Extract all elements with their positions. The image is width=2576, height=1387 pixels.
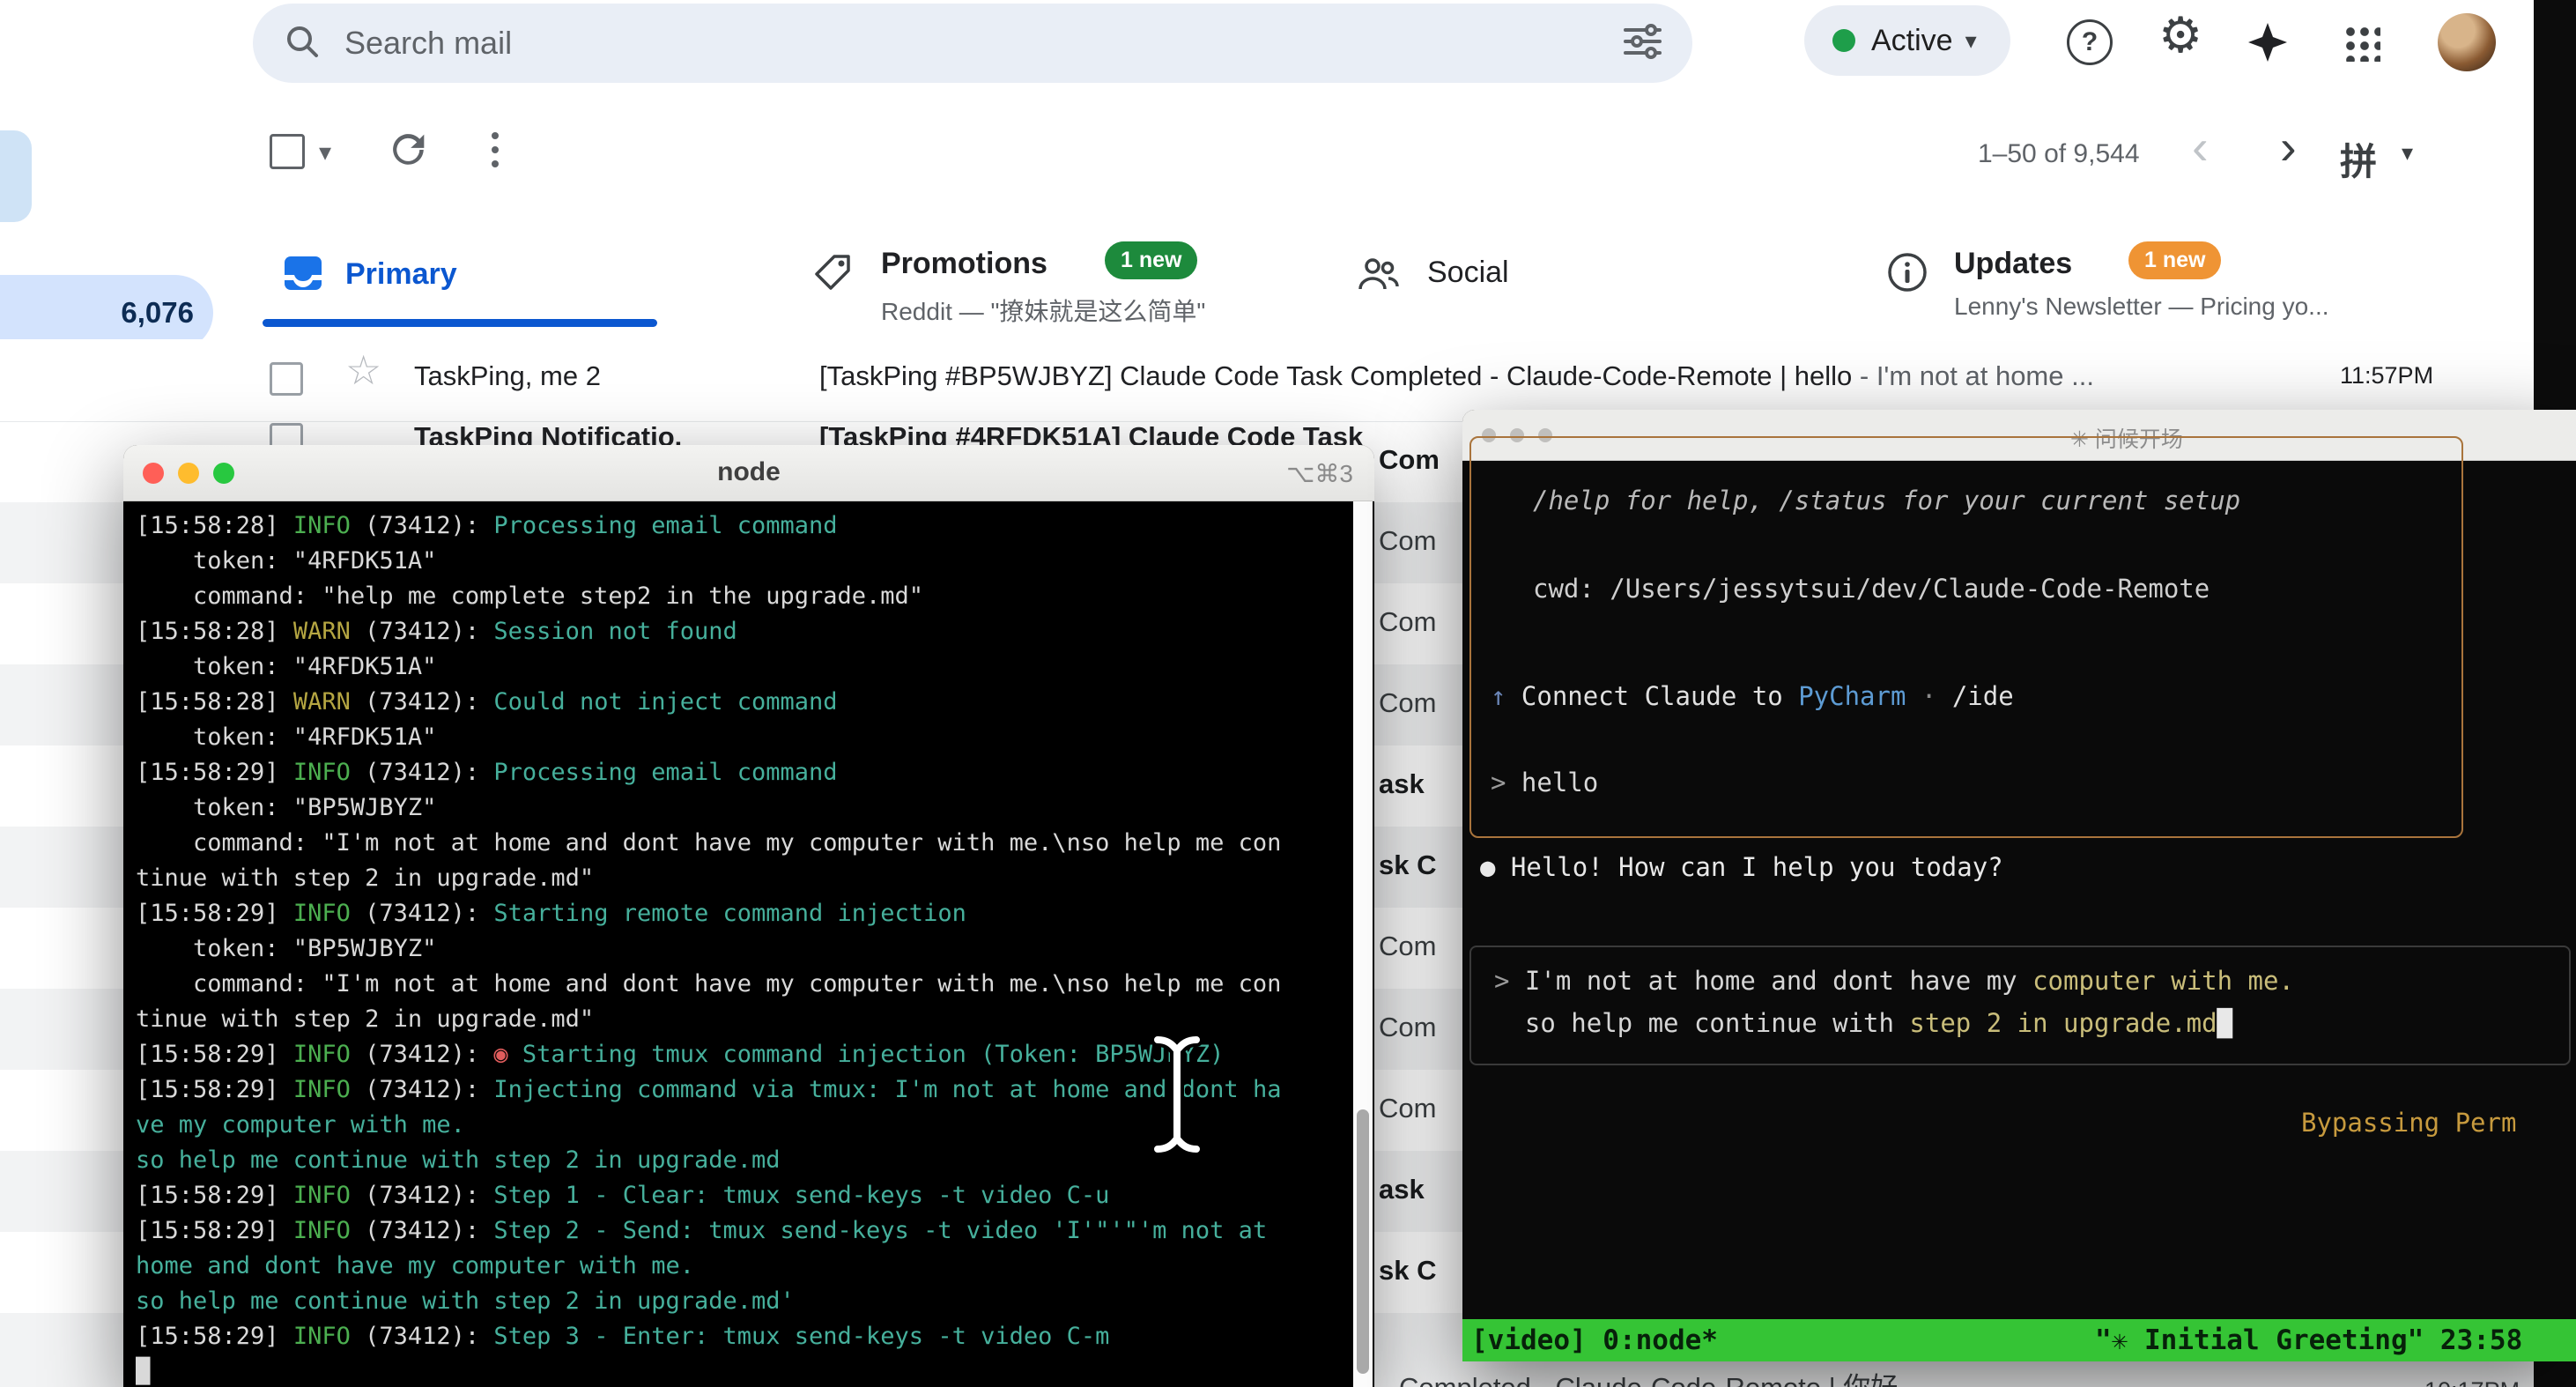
updates-new-badge: 1 new: [2128, 241, 2221, 279]
screen: Active ▾ ? ⚙ 6,076 ▾ 1–50 of 9,544 ‹ › 拼…: [0, 0, 2576, 1387]
claude-assistant-reply: ● Hello! How can I help you today?: [1480, 852, 2003, 882]
tag-icon: [811, 250, 855, 299]
chat-status-pill[interactable]: Active ▾: [1804, 5, 2010, 76]
claude-cwd-line: cwd: /Users/jessytsui/dev/Claude-Code-Re…: [1533, 574, 2210, 604]
inbox-icon: [280, 250, 326, 300]
ibeam-mouse-cursor: [1145, 1033, 1209, 1161]
email-text-fragment: Com: [1379, 525, 1436, 557]
email-time: 11:57PM: [2340, 362, 2433, 389]
email-text-fragment: Com: [1379, 931, 1436, 962]
email-sender: TaskPing, me 2: [414, 360, 601, 392]
email-text-fragment: Completed - Claude-Code-Remote | 你好: [1399, 1365, 1898, 1387]
status-label: Active: [1871, 24, 1953, 58]
tab-promotions[interactable]: Promotions 1 new Reddit — "撩妹就是这么简单": [811, 220, 1304, 328]
up-arrow-icon: ↑: [1491, 681, 1521, 711]
info-icon: [1885, 250, 1929, 299]
email-text-fragment: Com: [1379, 687, 1436, 719]
scrollbar-track[interactable]: [1353, 501, 1373, 1387]
search-filters-icon[interactable]: [1622, 21, 1662, 66]
email-text-fragment: Com: [1379, 1093, 1436, 1124]
star-icon[interactable]: ☆: [345, 346, 381, 394]
refresh-icon[interactable]: [386, 127, 432, 177]
search-input[interactable]: [343, 24, 1622, 63]
email-text-fragment: Com: [1379, 444, 1440, 476]
tmux-session-label: [video] 0:node*: [1471, 1324, 1718, 1356]
claude-user-message: > hello: [1491, 768, 1598, 797]
more-options-icon[interactable]: [492, 132, 499, 139]
newer-page-chevron[interactable]: ‹: [2192, 118, 2209, 175]
email-text-fragment: Com: [1379, 606, 1436, 638]
input-method-caret-icon[interactable]: ▾: [2402, 139, 2413, 167]
tab-updates-subtitle: Lenny's Newsletter — Pricing yo...: [1954, 293, 2329, 321]
claude-input-text: > I'm not at home and dont have my compu…: [1494, 960, 2294, 1044]
email-snippet: - I'm not at home ...: [1852, 360, 2094, 391]
tab-social[interactable]: Social: [1357, 220, 1815, 328]
avatar[interactable]: [2438, 13, 2496, 71]
terminal-tab-shortcut: ⌥⌘3: [1286, 459, 1353, 488]
search-icon: [283, 22, 322, 65]
email-text-fragment: ask: [1379, 768, 1425, 800]
tab-primary[interactable]: Primary: [264, 220, 758, 328]
people-icon: [1357, 252, 1401, 300]
pagination-range: 1–50 of 9,544: [1978, 139, 2140, 169]
email-checkbox[interactable]: [270, 362, 303, 396]
pycharm-link[interactable]: PyCharm: [1798, 681, 1906, 711]
gemini-sparkle-icon[interactable]: [2247, 21, 2289, 68]
promotions-new-badge: 1 new: [1105, 241, 1197, 279]
terminal-title: node: [123, 457, 1374, 487]
gmail-search-bar[interactable]: [253, 4, 1692, 83]
active-status-dot: [1832, 29, 1855, 52]
tab-social-label: Social: [1427, 256, 1509, 290]
email-text-fragment: ask: [1379, 1174, 1425, 1205]
older-page-chevron[interactable]: ›: [2280, 118, 2297, 175]
email-text-fragment: sk C: [1379, 849, 1436, 881]
tab-primary-label: Primary: [345, 257, 457, 292]
terminal-titlebar[interactable]: node ⌥⌘3: [123, 445, 1374, 501]
inbox-unread-count: 6,076: [121, 296, 194, 330]
email-text-fragment: sk C: [1379, 1255, 1436, 1287]
gear-icon[interactable]: ⚙: [2158, 11, 2202, 60]
select-dropdown-icon[interactable]: ▾: [319, 137, 331, 167]
tab-promotions-subtitle: Reddit — "撩妹就是这么简单": [881, 293, 1205, 328]
chevron-down-icon: ▾: [1965, 27, 1977, 55]
scrollbar-thumb[interactable]: [1357, 1109, 1369, 1374]
email-time: 10:17PM: [2424, 1377, 2520, 1387]
tab-promotions-label: Promotions: [881, 247, 1047, 281]
tmux-status-bar: [video] 0:node* "✳ Initial Greeting" 23:…: [1462, 1319, 2576, 1361]
prompt-chevron: >: [1491, 768, 1521, 797]
terminal-window-claude[interactable]: ✳ 问候开场 /help for help, /status for your …: [1462, 410, 2576, 1361]
claude-help-line: /help for help, /status for your current…: [1533, 486, 2240, 515]
tab-updates-label: Updates: [1954, 247, 2072, 281]
claude-input-box[interactable]: > I'm not at home and dont have my compu…: [1469, 946, 2571, 1065]
select-all-checkbox[interactable]: [270, 134, 305, 169]
claude-tip-line: ↑ Connect Claude to PyCharm · /ide: [1491, 681, 2014, 711]
email-subject: [TaskPing #BP5WJBYZ] Claude Code Task Co…: [819, 360, 2094, 392]
apps-grid-icon[interactable]: [2342, 23, 2380, 62]
bypassing-permissions-label: Bypassing Perm: [2301, 1108, 2576, 1138]
input-method-icon[interactable]: 拼: [2340, 132, 2377, 186]
terminal-window-node[interactable]: node ⌥⌘3 [15:58:28] INFO (73412): Proces…: [123, 445, 1374, 1387]
tmux-window-title: "✳ Initial Greeting" 23:58: [2095, 1324, 2522, 1356]
help-icon[interactable]: ?: [2067, 19, 2113, 65]
terminal-log: [15:58:28] INFO (73412): Processing emai…: [136, 508, 1348, 1387]
active-tab-indicator: [263, 319, 657, 327]
compose-button-edge[interactable]: [0, 130, 32, 222]
email-text-fragment: Com: [1379, 1012, 1436, 1043]
tab-updates[interactable]: Updates 1 new Lenny's Newsletter — Prici…: [1885, 220, 2502, 328]
